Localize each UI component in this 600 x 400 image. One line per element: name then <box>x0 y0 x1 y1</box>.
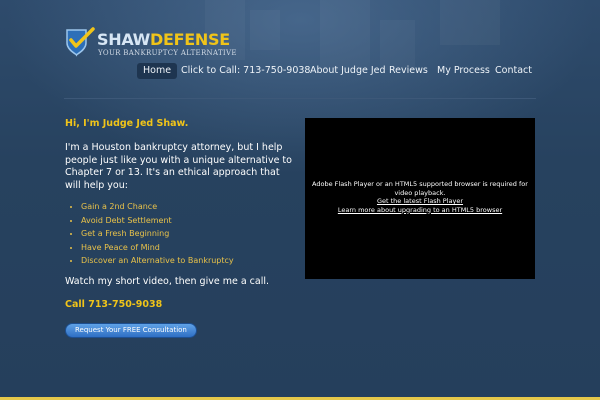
flash-required-text: Adobe Flash Player or an HTML5 supported… <box>312 180 528 197</box>
brand-name-part1: SHAW <box>97 30 151 49</box>
header-divider <box>64 98 536 99</box>
nav-item-click-to-call[interactable]: Click to Call: 713-750-9038 <box>181 63 310 79</box>
nav-item-my-process[interactable]: My Process <box>437 63 490 79</box>
get-flash-link[interactable]: Get the latest Flash Player <box>308 197 532 206</box>
intro-section: Hi, I'm Judge Jed Shaw. I'm a Houston ba… <box>65 118 297 338</box>
nav-item-home[interactable]: Home <box>137 63 178 79</box>
shield-check-icon <box>66 27 95 57</box>
list-item: Gain a 2nd Chance <box>81 200 297 214</box>
list-item: Get a Fresh Beginning <box>81 227 297 241</box>
list-item: Avoid Debt Settlement <box>81 214 297 228</box>
nav-item-contact[interactable]: Contact <box>495 63 532 79</box>
greeting-heading: Hi, I'm Judge Jed Shaw. <box>65 118 189 129</box>
nav-item-about-judge-jed[interactable]: About Judge Jed <box>310 63 386 79</box>
nav-item-reviews[interactable]: Reviews <box>389 63 428 79</box>
list-item: Discover an Alternative to Bankruptcy <box>81 254 297 268</box>
call-phone-link[interactable]: Call 713-750-9038 <box>65 299 297 310</box>
video-note: Watch my short video, then give me a cal… <box>65 275 270 287</box>
benefits-list: Gain a 2nd Chance Avoid Debt Settlement … <box>65 200 297 268</box>
intro-text: I'm a Houston bankruptcy attorney, but I… <box>65 142 292 191</box>
brand-name-part2: DEFENSE <box>150 30 230 49</box>
brand-tagline: YOUR BANKRUPTCY ALTERNATIVE <box>98 49 237 57</box>
site-logo[interactable]: SHAWDEFENSE YOUR BANKRUPTCY ALTERNATIVE <box>64 25 236 61</box>
brand-name: SHAWDEFENSE <box>97 31 230 49</box>
video-fallback-message: Adobe Flash Player or an HTML5 supported… <box>305 180 535 214</box>
html5-upgrade-link[interactable]: Learn more about upgrading to an HTML5 b… <box>308 206 532 215</box>
list-item: Have Peace of Mind <box>81 241 297 255</box>
request-consultation-button[interactable]: Request Your FREE Consultation <box>65 322 197 338</box>
video-player[interactable]: Adobe Flash Player or an HTML5 supported… <box>305 118 535 279</box>
